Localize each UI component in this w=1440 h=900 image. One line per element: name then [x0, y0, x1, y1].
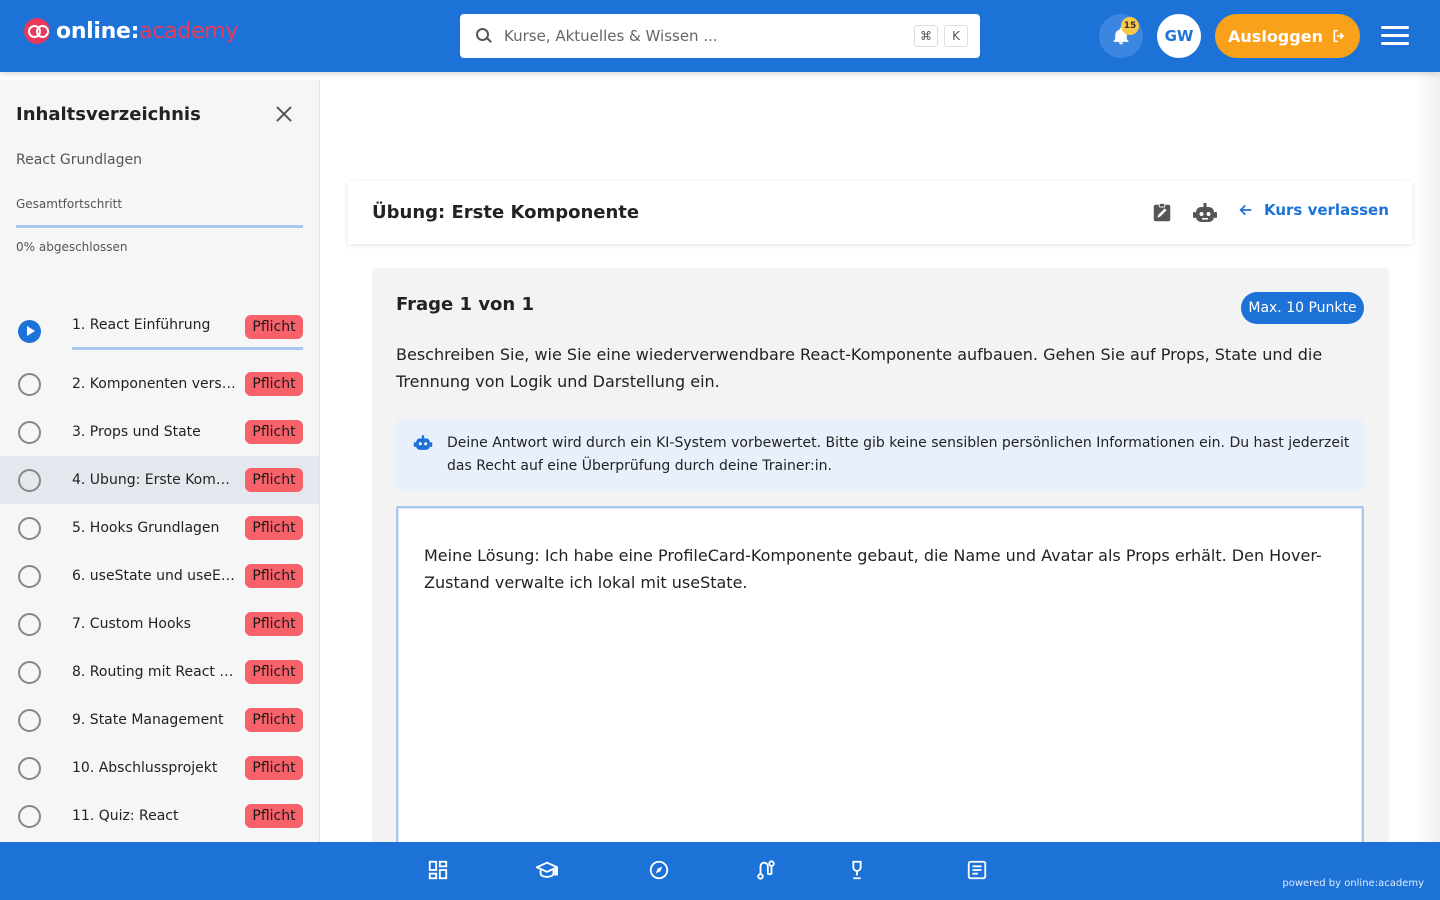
- circle-outline-icon: [18, 660, 41, 684]
- pflicht-badge: Pflicht: [245, 372, 303, 396]
- progress-bar: [16, 225, 303, 228]
- lesson-list: 1. React Einführung Pflicht 2. Komponent…: [0, 302, 319, 840]
- logout-button[interactable]: Ausloggen: [1215, 14, 1360, 58]
- lesson-label: 9. State Management: [72, 712, 224, 728]
- lesson-item[interactable]: 2. Komponenten verstehen Pflicht: [0, 360, 319, 408]
- lesson-item[interactable]: 11. Quiz: React Pflicht: [0, 792, 319, 840]
- pflicht-badge: Pflicht: [245, 516, 303, 540]
- question-counter: Frage 1 von 1: [396, 294, 535, 315]
- lesson-label: 11. Quiz: React: [72, 808, 179, 824]
- lesson-item[interactable]: 7. Custom Hooks Pflicht: [0, 600, 319, 648]
- progress-label: Gesamtfortschritt: [16, 197, 123, 211]
- logo-text: online:academy: [56, 18, 239, 44]
- circle-outline-icon: [18, 468, 41, 492]
- pflicht-badge: Pflicht: [245, 315, 303, 339]
- lesson-label: 6. useState und useEffect: [72, 568, 238, 584]
- circle-outline-icon: [18, 516, 41, 540]
- leave-course-link[interactable]: Kurs verlassen: [1238, 201, 1389, 219]
- search-input[interactable]: [504, 27, 908, 45]
- lesson-item[interactable]: 5. Hooks Grundlagen Pflicht: [0, 504, 319, 552]
- progress-text: 0% abgeschlossen: [16, 240, 128, 254]
- pflicht-badge: Pflicht: [245, 420, 303, 444]
- circle-outline-icon: [18, 372, 41, 396]
- pflicht-badge: Pflicht: [245, 804, 303, 828]
- circle-outline-icon: [18, 612, 41, 636]
- graduation-cap-icon[interactable]: [534, 859, 558, 881]
- hamburger-menu-icon[interactable]: [1381, 26, 1409, 46]
- lesson-item[interactable]: 6. useState und useEffect Pflicht: [0, 552, 319, 600]
- pflicht-badge: Pflicht: [245, 660, 303, 684]
- lesson-header-card: Übung: Erste Komponente Kurs verlassen: [348, 181, 1412, 244]
- lesson-item-active[interactable]: 4. Übung: Erste Komponente Pflicht: [0, 456, 319, 504]
- shortcut-key-k: K: [944, 25, 968, 47]
- shortcut-key-cmd: ⌘: [914, 25, 938, 47]
- lesson-label: 5. Hooks Grundlagen: [72, 520, 220, 536]
- lesson-label: 8. Routing mit React Router: [72, 664, 238, 680]
- circle-outline-icon: [18, 564, 41, 588]
- question-text: Beschreiben Sie, wie Sie eine wiederverw…: [396, 345, 1323, 391]
- bottom-navigation: powered by online:academy: [0, 842, 1440, 900]
- notification-count-badge: 15: [1121, 17, 1139, 35]
- ai-notice-text: Deine Antwort wird durch ein KI-System v…: [447, 435, 1350, 474]
- pflicht-badge: Pflicht: [245, 468, 303, 492]
- robot-icon[interactable]: [1192, 202, 1218, 224]
- course-name: React Grundlagen: [16, 152, 143, 168]
- logout-icon: [1333, 29, 1345, 43]
- edit-note-icon[interactable]: [1151, 202, 1173, 224]
- lesson-label: 4. Übung: Erste Komponente: [72, 472, 238, 488]
- lesson-label: 7. Custom Hooks: [72, 616, 191, 632]
- pflicht-badge: Pflicht: [245, 756, 303, 780]
- compass-icon[interactable]: [648, 859, 670, 881]
- lesson-item[interactable]: 8. Routing mit React Router Pflicht: [0, 648, 319, 696]
- top-header: online:academy ⌘ K 15 GW Ausloggen: [0, 0, 1440, 72]
- max-points-badge: Max. 10 Punkte: [1241, 292, 1364, 324]
- arrow-left-icon: [1239, 204, 1252, 216]
- circle-outline-icon: [18, 756, 41, 780]
- leave-course-label: Kurs verlassen: [1264, 201, 1389, 219]
- lesson-item[interactable]: 1. React Einführung Pflicht: [0, 302, 319, 360]
- lesson-label: 1. React Einführung: [72, 317, 211, 333]
- search-icon: [476, 28, 492, 44]
- table-of-contents-sidebar: Inhaltsverzeichnis React Grundlagen Gesa…: [0, 80, 320, 842]
- question-card: Frage 1 von 1 Max. 10 Punkte Beschreiben…: [372, 268, 1389, 900]
- close-icon[interactable]: [274, 104, 294, 124]
- logo[interactable]: online:academy: [24, 18, 238, 44]
- lesson-label: 2. Komponenten verstehen: [72, 376, 238, 392]
- lesson-title: Übung: Erste Komponente: [372, 202, 640, 223]
- dashboard-icon[interactable]: [427, 859, 449, 881]
- ai-notice-banner: Deine Antwort wird durch ein KI-System v…: [396, 419, 1364, 490]
- lesson-item[interactable]: 9. State Management Pflicht: [0, 696, 319, 744]
- circle-outline-icon: [18, 708, 41, 732]
- robot-icon: [413, 434, 433, 452]
- logo-mark-icon: [24, 18, 50, 44]
- article-icon[interactable]: [966, 859, 988, 881]
- user-avatar[interactable]: GW: [1157, 14, 1201, 58]
- play-icon: [18, 319, 41, 343]
- circle-outline-icon: [18, 420, 41, 444]
- route-icon[interactable]: [755, 859, 777, 881]
- right-edge-shadow: [1414, 72, 1440, 842]
- lesson-label: 10. Abschlussprojekt: [72, 760, 218, 776]
- lesson-item[interactable]: 3. Props und State Pflicht: [0, 408, 319, 456]
- notifications-button[interactable]: 15: [1099, 14, 1143, 58]
- pflicht-badge: Pflicht: [245, 564, 303, 588]
- toc-title: Inhaltsverzeichnis: [16, 104, 201, 125]
- search-bar[interactable]: ⌘ K: [460, 14, 980, 58]
- pflicht-badge: Pflicht: [245, 612, 303, 636]
- trophy-icon[interactable]: [846, 859, 868, 881]
- logout-label: Ausloggen: [1228, 26, 1323, 46]
- lesson-progress-underline: [72, 347, 303, 350]
- pflicht-badge: Pflicht: [245, 708, 303, 732]
- lesson-label: 3. Props und State: [72, 424, 201, 440]
- answer-textarea[interactable]: Meine Lösung: Ich habe eine ProfileCard-…: [396, 506, 1364, 900]
- circle-outline-icon: [18, 804, 41, 828]
- lesson-item[interactable]: 10. Abschlussprojekt Pflicht: [0, 744, 319, 792]
- powered-by-text: powered by online:academy: [1282, 878, 1424, 889]
